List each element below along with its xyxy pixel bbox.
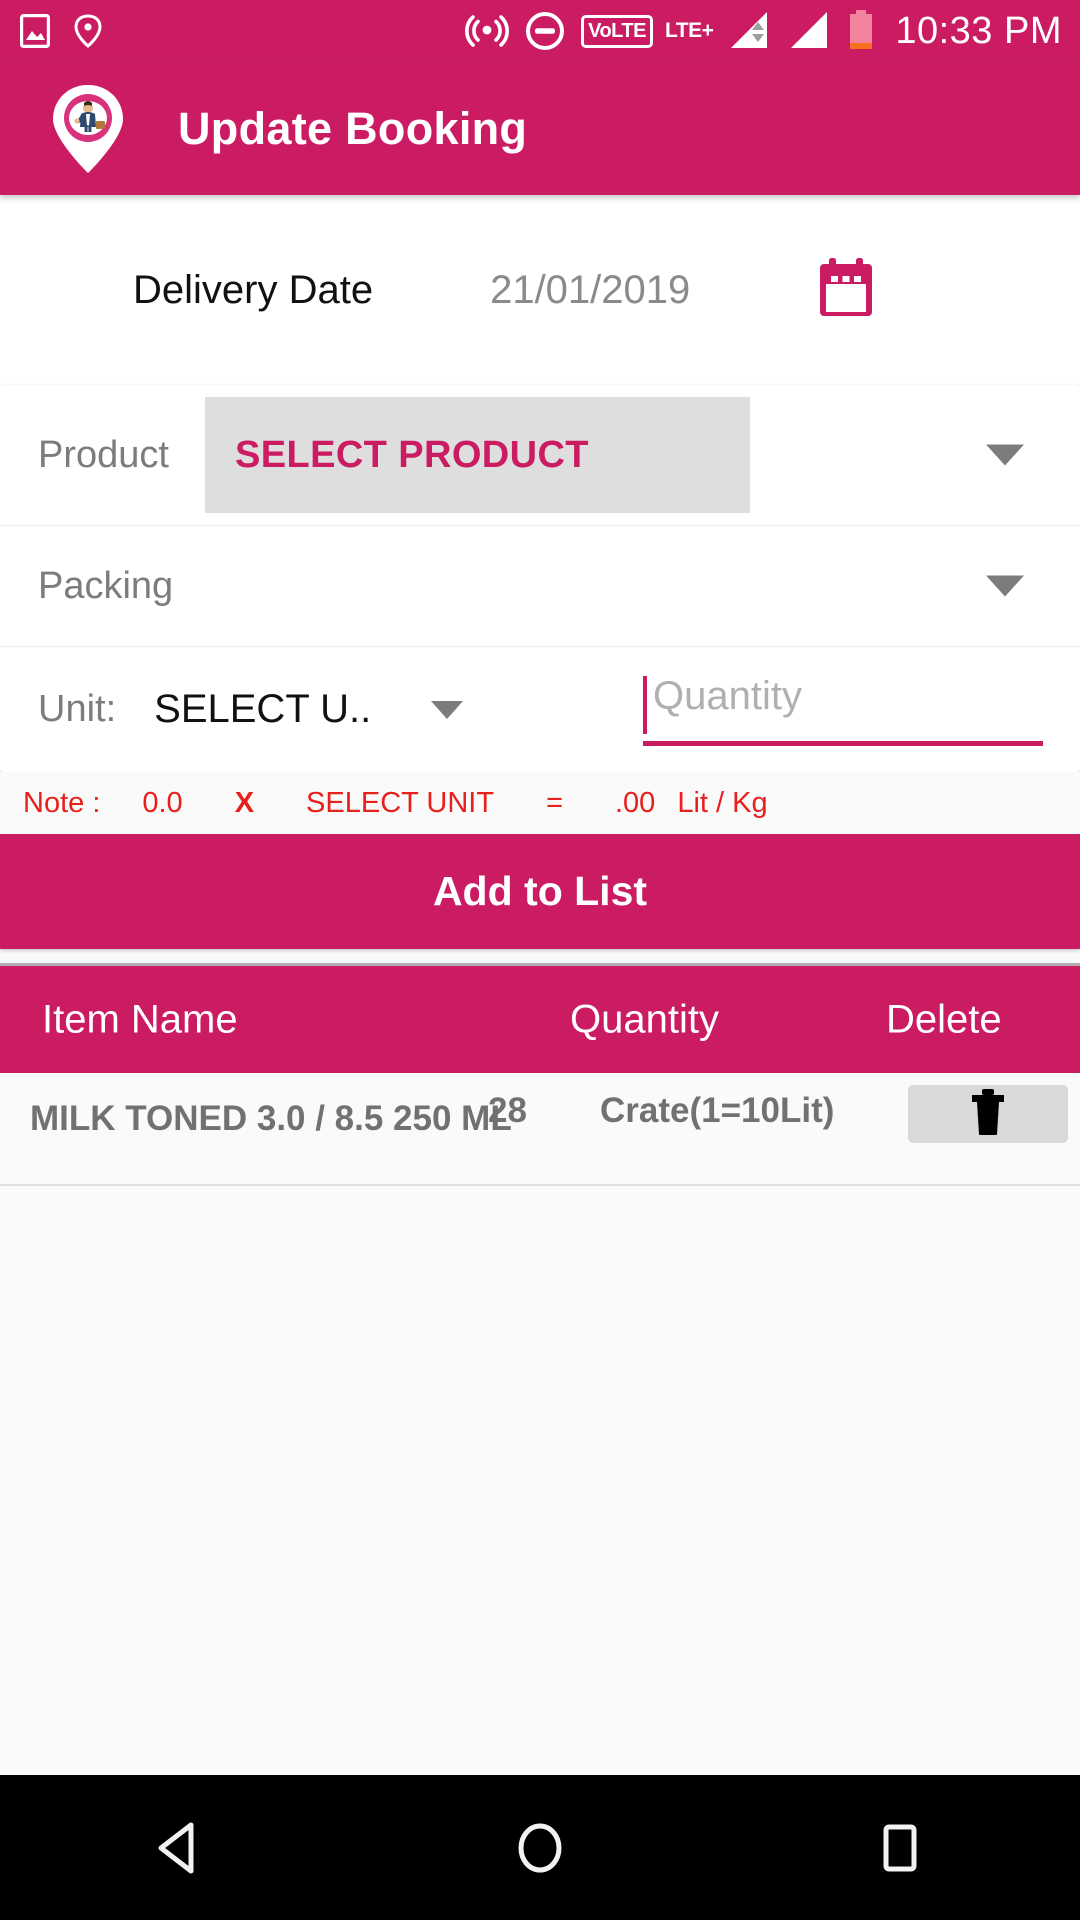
unit-row[interactable]: Unit: SELECT U.. Quantity <box>0 647 1080 772</box>
note-multiply-symbol: X <box>234 786 255 819</box>
delivery-date-row[interactable]: Delivery Date 21/01/2019 <box>0 195 1080 385</box>
hotspot-icon <box>465 9 509 53</box>
phone-screen: VoLTE LTE+ 10:33 PM Update Booking Deliv… <box>0 0 1080 1920</box>
quantity-input[interactable]: Quantity <box>643 674 1043 746</box>
select-product-dropdown[interactable]: SELECT PRODUCT <box>204 397 750 513</box>
back-button[interactable] <box>90 1775 270 1920</box>
select-unit-value[interactable]: SELECT U.. <box>154 687 371 732</box>
table-row: MILK TONED 3.0 / 8.5 250 ML 28 Crate(1=1… <box>0 1073 1080 1186</box>
note-row: Note : 0.0 X SELECT UNIT = .00 Lit / Kg <box>0 772 1080 834</box>
note-equals-symbol: = <box>546 786 563 819</box>
status-bar: VoLTE LTE+ 10:33 PM <box>0 0 1080 62</box>
note-result: .00 <box>615 786 656 819</box>
note-number: 0.0 <box>142 786 183 819</box>
image-icon <box>20 14 50 48</box>
packing-row[interactable]: Packing <box>0 526 1080 646</box>
cell-unit: Crate(1=10Lit) <box>600 1091 835 1130</box>
back-triangle-icon <box>158 1822 194 1873</box>
cell-item-name: MILK TONED 3.0 / 8.5 250 ML <box>30 1099 512 1138</box>
app-logo-icon <box>40 81 136 177</box>
calendar-icon[interactable] <box>818 257 874 323</box>
status-bar-clock: 10:33 PM <box>895 9 1062 52</box>
add-to-list-button[interactable]: Add to List <box>0 834 1080 949</box>
recents-square-icon <box>883 1824 917 1871</box>
android-navigation-bar <box>0 1775 1080 1920</box>
delivery-date-value[interactable]: 21/01/2019 <box>490 268 690 313</box>
unit-label: Unit: <box>38 688 117 730</box>
volte-badge: VoLTE <box>581 14 653 48</box>
signal-bars-1-icon <box>727 10 773 52</box>
column-header-delete: Delete <box>886 997 1002 1041</box>
note-unit: SELECT UNIT <box>306 786 495 819</box>
quantity-placeholder: Quantity <box>653 674 802 718</box>
home-button[interactable] <box>450 1775 630 1920</box>
page-title: Update Booking <box>178 102 528 154</box>
network-type-label: LTE+ <box>664 19 714 42</box>
chevron-down-icon-packing[interactable] <box>986 575 1024 597</box>
app-bar: Update Booking <box>0 62 1080 195</box>
product-label: Product <box>38 433 169 476</box>
note-label: Note : <box>23 786 101 819</box>
items-table-header: Item Name Quantity Delete <box>0 963 1080 1073</box>
text-cursor <box>643 676 647 734</box>
signal-bars-2-icon <box>787 10 833 52</box>
battery-low-icon <box>847 9 875 53</box>
location-shield-icon <box>72 14 104 48</box>
trash-icon <box>968 1088 1008 1141</box>
do-not-disturb-icon <box>523 9 567 53</box>
column-header-quantity: Quantity <box>570 997 719 1041</box>
recents-button[interactable] <box>810 1775 990 1920</box>
home-circle-icon <box>518 1823 562 1872</box>
chevron-down-icon-unit[interactable] <box>431 700 464 719</box>
packing-label: Packing <box>38 564 174 607</box>
delete-row-button[interactable] <box>908 1085 1068 1143</box>
delivery-date-label: Delivery Date <box>133 267 374 312</box>
booking-form-card: Product SELECT PRODUCT Packing Unit: SEL… <box>0 385 1080 772</box>
chevron-down-icon-product[interactable] <box>986 444 1024 466</box>
quantity-underline <box>643 741 1043 746</box>
product-row[interactable]: Product SELECT PRODUCT <box>0 385 1080 525</box>
cell-quantity: 28 <box>488 1091 527 1130</box>
select-product-value: SELECT PRODUCT <box>234 433 589 476</box>
note-uom: Lit / Kg <box>677 786 768 819</box>
column-header-item-name: Item Name <box>42 997 238 1041</box>
